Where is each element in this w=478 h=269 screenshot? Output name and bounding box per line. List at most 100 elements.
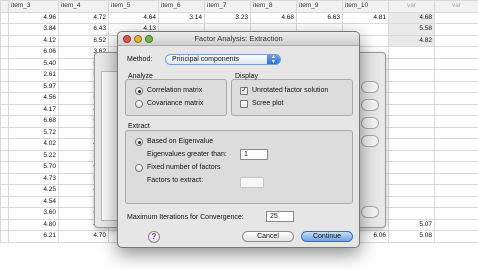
cancel-button[interactable]: Cancel bbox=[242, 231, 294, 242]
table-cell[interactable]: 6.43 bbox=[58, 23, 109, 36]
table-cell[interactable]: 4.68 bbox=[388, 11, 435, 24]
table-cell[interactable] bbox=[0, 57, 9, 70]
table-cell[interactable] bbox=[434, 138, 478, 151]
table-cell[interactable] bbox=[388, 207, 435, 220]
table-cell[interactable]: 4.17 bbox=[8, 103, 59, 116]
table-cell[interactable]: 4.81 bbox=[342, 11, 389, 24]
table-cell[interactable] bbox=[434, 207, 478, 220]
table-cell[interactable] bbox=[388, 80, 435, 93]
table-cell[interactable] bbox=[434, 11, 478, 24]
method-select[interactable]: Principal components ▲ ▼ bbox=[165, 54, 281, 65]
table-cell[interactable]: 3.60 bbox=[8, 207, 59, 220]
table-cell[interactable] bbox=[388, 138, 435, 151]
column-header[interactable]: item_3 bbox=[8, 0, 59, 13]
table-cell[interactable] bbox=[434, 115, 478, 128]
table-cell[interactable] bbox=[0, 23, 9, 36]
table-cell[interactable]: 5.72 bbox=[8, 126, 59, 139]
table-cell[interactable] bbox=[0, 172, 9, 185]
eigenvalue-radio[interactable] bbox=[135, 138, 143, 146]
table-cell[interactable] bbox=[388, 172, 435, 185]
column-header[interactable]: item_4 bbox=[58, 0, 109, 13]
max-iterations-input[interactable]: 25 bbox=[266, 211, 294, 222]
table-cell[interactable] bbox=[434, 103, 478, 116]
table-cell[interactable] bbox=[434, 92, 478, 105]
table-cell[interactable] bbox=[0, 126, 9, 139]
unrotated-solution-checkbox[interactable]: ✓ bbox=[240, 87, 248, 95]
table-cell[interactable] bbox=[434, 69, 478, 82]
table-cell[interactable]: 5.58 bbox=[388, 23, 435, 36]
table-cell[interactable]: 4.80 bbox=[8, 218, 59, 231]
table-cell[interactable] bbox=[0, 92, 9, 105]
table-cell[interactable] bbox=[388, 149, 435, 162]
table-cell[interactable] bbox=[388, 57, 435, 70]
table-cell[interactable]: 6.21 bbox=[8, 230, 59, 243]
covariance-matrix-radio[interactable] bbox=[135, 100, 143, 108]
table-cell[interactable]: 5.97 bbox=[8, 80, 59, 93]
table-cell[interactable]: 4.72 bbox=[58, 11, 109, 24]
table-cell[interactable] bbox=[434, 80, 478, 93]
table-cell[interactable] bbox=[388, 92, 435, 105]
table-cell[interactable] bbox=[434, 57, 478, 70]
table-cell[interactable] bbox=[0, 80, 9, 93]
column-header[interactable]: item_9 bbox=[296, 0, 343, 13]
table-cell[interactable] bbox=[0, 230, 9, 243]
eigenvalue-threshold-input[interactable]: 1 bbox=[240, 149, 268, 160]
fixed-factors-radio[interactable] bbox=[135, 164, 143, 172]
table-cell[interactable]: 3.23 bbox=[204, 11, 251, 24]
table-cell[interactable] bbox=[434, 172, 478, 185]
table-cell[interactable] bbox=[388, 69, 435, 82]
table-cell[interactable] bbox=[0, 184, 9, 197]
correlation-matrix-label[interactable]: Correlation matrix bbox=[147, 87, 202, 94]
table-cell[interactable] bbox=[0, 149, 9, 162]
scree-plot-checkbox[interactable] bbox=[240, 100, 248, 108]
column-header[interactable]: item_10 bbox=[342, 0, 389, 13]
table-cell[interactable] bbox=[0, 11, 9, 24]
table-cell[interactable]: 5.22 bbox=[8, 149, 59, 162]
eigenvalue-option-label[interactable]: Based on Eigenvalue bbox=[147, 138, 213, 145]
table-cell[interactable] bbox=[0, 103, 9, 116]
column-header[interactable]: item_6 bbox=[158, 0, 205, 13]
factors-to-extract-input[interactable] bbox=[240, 177, 264, 188]
table-cell[interactable] bbox=[434, 149, 478, 162]
table-cell[interactable]: 5.07 bbox=[388, 218, 435, 231]
table-cell[interactable]: 5.08 bbox=[388, 230, 435, 243]
table-cell[interactable] bbox=[434, 218, 478, 231]
table-cell[interactable] bbox=[434, 46, 478, 59]
table-cell[interactable]: 4.64 bbox=[108, 11, 159, 24]
table-cell[interactable]: 4.54 bbox=[8, 195, 59, 208]
table-cell[interactable]: 6.68 bbox=[8, 115, 59, 128]
table-cell[interactable]: 6.06 bbox=[8, 46, 59, 59]
table-cell[interactable] bbox=[388, 161, 435, 174]
table-cell[interactable]: 6.52 bbox=[58, 34, 109, 47]
table-cell[interactable]: 4.82 bbox=[388, 34, 435, 47]
table-cell[interactable] bbox=[388, 195, 435, 208]
table-cell[interactable]: 2.61 bbox=[8, 69, 59, 82]
table-cell[interactable]: 4.25 bbox=[8, 184, 59, 197]
table-cell[interactable]: 5.40 bbox=[8, 57, 59, 70]
table-cell[interactable] bbox=[0, 115, 9, 128]
table-cell[interactable]: 4.73 bbox=[8, 172, 59, 185]
empty-var-column-header[interactable]: var bbox=[434, 0, 478, 13]
help-button[interactable]: ? bbox=[148, 231, 160, 243]
unrotated-solution-label[interactable]: Unrotated factor solution bbox=[252, 87, 328, 94]
scree-plot-label[interactable]: Scree plot bbox=[252, 100, 284, 107]
column-header[interactable]: item_8 bbox=[250, 0, 297, 13]
table-cell[interactable] bbox=[0, 34, 9, 47]
table-cell[interactable] bbox=[434, 126, 478, 139]
table-cell[interactable] bbox=[0, 161, 9, 174]
table-cell[interactable] bbox=[434, 161, 478, 174]
table-cell[interactable] bbox=[388, 126, 435, 139]
table-cell[interactable] bbox=[0, 218, 9, 231]
column-header[interactable] bbox=[0, 0, 9, 13]
table-cell[interactable]: 4.56 bbox=[8, 92, 59, 105]
table-cell[interactable] bbox=[388, 103, 435, 116]
table-cell[interactable] bbox=[0, 207, 9, 220]
table-cell[interactable]: 5.70 bbox=[8, 161, 59, 174]
table-cell[interactable] bbox=[434, 23, 478, 36]
continue-button[interactable]: Continue bbox=[301, 231, 353, 242]
table-cell[interactable] bbox=[388, 184, 435, 197]
table-cell[interactable] bbox=[0, 46, 9, 59]
covariance-matrix-label[interactable]: Covariance matrix bbox=[147, 100, 203, 107]
table-cell[interactable]: 4.96 bbox=[8, 11, 59, 24]
table-cell[interactable]: 4.68 bbox=[250, 11, 297, 24]
